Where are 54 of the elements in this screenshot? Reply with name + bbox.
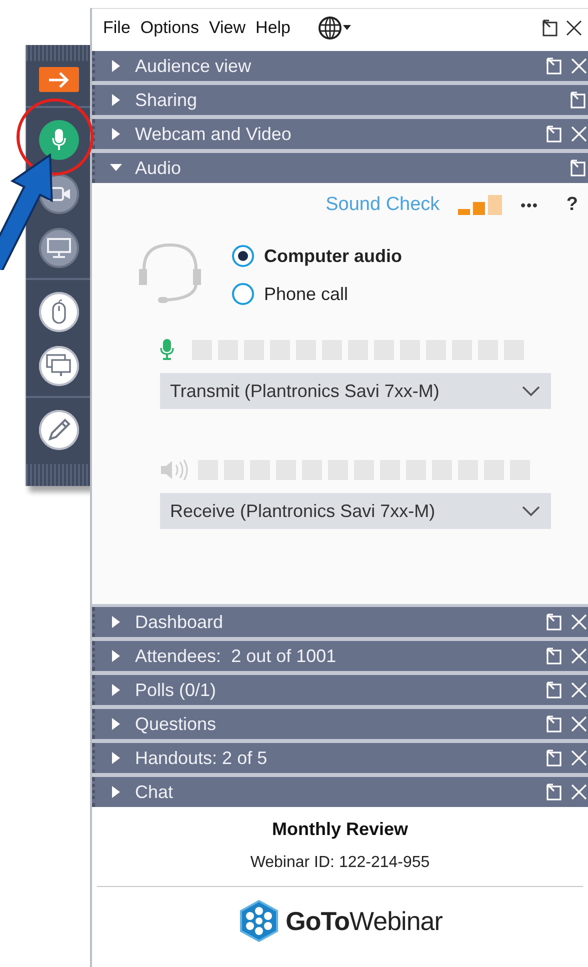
webinar-id: Webinar ID: 122-214-955 [250, 854, 430, 872]
menu-item[interactable]: Options [139, 18, 200, 38]
close-button[interactable] [565, 18, 583, 36]
mouse-icon [50, 299, 66, 325]
microphone-icon [160, 339, 174, 361]
radio-button[interactable] [232, 245, 254, 267]
dropdown[interactable]: Receive (Plantronics Savi 7xx-M) [160, 493, 551, 529]
radio-button[interactable] [232, 283, 254, 305]
arrow-icon [48, 72, 70, 88]
dropdown[interactable]: Transmit (Plantronics Savi 7xx-M) [160, 373, 551, 409]
headset-icon [138, 241, 202, 305]
monitor-icon [46, 238, 70, 258]
panel-header[interactable]: Sharing [92, 85, 588, 115]
panel-title: Audio [135, 158, 182, 178]
menu-item[interactable]: File [102, 18, 132, 38]
speaker-icon [160, 459, 190, 481]
mouse-button[interactable] [38, 292, 78, 332]
panel-title: Webcam and Video [135, 124, 292, 144]
collapse-button[interactable] [38, 67, 78, 92]
windows-button[interactable] [38, 346, 78, 386]
help-button[interactable]: ? [566, 194, 578, 216]
pencil-icon [46, 417, 72, 443]
menu-item[interactable]: View [208, 18, 247, 38]
panel-title: Audience view [135, 56, 252, 76]
radio-option[interactable]: Phone call [232, 283, 402, 305]
webinar-title: Monthly Review [272, 819, 408, 840]
panel-title: Questions [135, 714, 218, 734]
grip-handle[interactable] [26, 464, 91, 486]
sound-check-link[interactable]: Sound Check [326, 194, 440, 216]
radio-option[interactable]: Computer audio [232, 245, 402, 267]
panel-header[interactable]: Audio [92, 153, 588, 183]
windows-icon [46, 354, 72, 378]
menu-item[interactable]: Help [254, 18, 292, 38]
panel-title: Attendees: 2 out of 1001 [135, 646, 338, 666]
panel-title: Chat [135, 782, 174, 802]
more-button[interactable]: ••• [520, 197, 538, 213]
logo-icon [238, 899, 280, 943]
chevron-icon [521, 505, 541, 517]
panel-title: Handouts: 2 of 5 [135, 748, 268, 768]
globe-icon [318, 16, 342, 40]
signal-bars-icon [458, 195, 503, 215]
screen-share-button[interactable] [38, 228, 78, 268]
microphone-icon [52, 129, 66, 151]
drawing-button[interactable] [38, 410, 78, 450]
microphone-button[interactable] [38, 120, 78, 160]
panel-title: Polls (0/1) [135, 680, 218, 700]
panel-title: Sharing [135, 90, 198, 110]
chevron-icon [521, 385, 541, 397]
language-button[interactable] [318, 16, 351, 40]
popout-button[interactable] [542, 18, 560, 36]
panel-title: Dashboard [135, 612, 224, 632]
logo-text: GoToWebinar [286, 906, 442, 936]
caret-icon [342, 25, 351, 30]
grip-handle[interactable] [26, 45, 91, 61]
